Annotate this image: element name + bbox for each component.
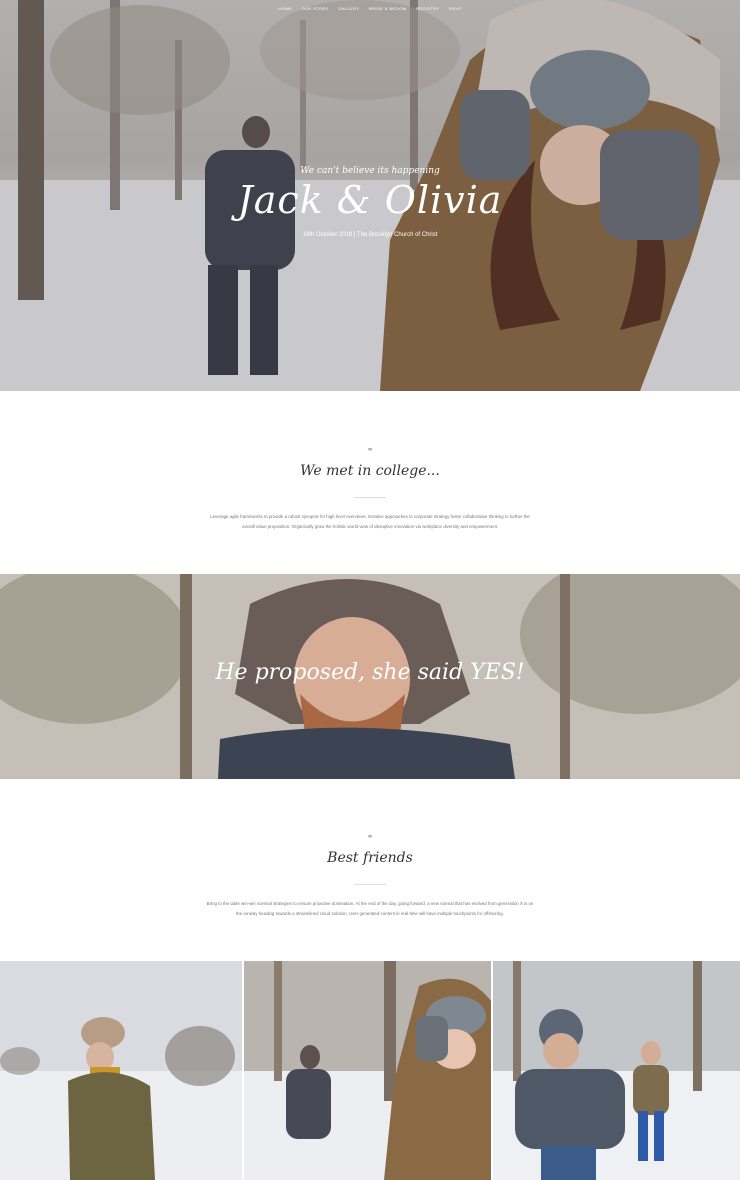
gallery-photo-3[interactable]: [493, 961, 740, 1180]
section-body: Bring to the table win-win survival stra…: [206, 901, 534, 916]
gallery-photo-2[interactable]: [244, 961, 491, 1180]
rings-icon: ∞: [367, 446, 373, 453]
section-heading: Best friends: [327, 850, 413, 866]
photo-gallery: [0, 961, 740, 1180]
hero-section: HOME OUR STORY GALLERY BRIDE & BROOM REG…: [0, 0, 740, 391]
nav-item-rsvp[interactable]: RSVP: [449, 6, 462, 11]
section-divider: [354, 497, 386, 498]
section-heading: We met in college...: [300, 463, 440, 479]
nav-item-gallery[interactable]: GALLERY: [338, 6, 359, 11]
top-navigation: HOME OUR STORY GALLERY BRIDE & BROOM REG…: [0, 6, 740, 11]
rings-icon: ∞: [367, 833, 373, 840]
gallery-photo-1[interactable]: [0, 961, 242, 1180]
nav-item-registry[interactable]: REGISTRY: [416, 6, 440, 11]
banner-text: He proposed, she said YES!: [215, 660, 525, 685]
story-section-best-friends: ∞ Best friends Bring to the table win-wi…: [0, 833, 740, 919]
story-section-college: ∞ We met in college... Leverage agile fr…: [0, 446, 740, 532]
hero-title: Jack & Olivia: [237, 178, 503, 222]
section-body: Leverage agile frameworks to provide a r…: [210, 514, 530, 529]
section-divider: [354, 884, 386, 885]
hero-tagline: We can't believe its happening: [300, 166, 440, 176]
nav-item-our-story[interactable]: OUR STORY: [302, 6, 329, 11]
nav-item-bride-groom[interactable]: BRIDE & BROOM: [369, 6, 406, 11]
hero-date-line: 19th October 2018 | The Brooklyn Church …: [302, 232, 438, 238]
nav-item-home[interactable]: HOME: [278, 6, 292, 11]
